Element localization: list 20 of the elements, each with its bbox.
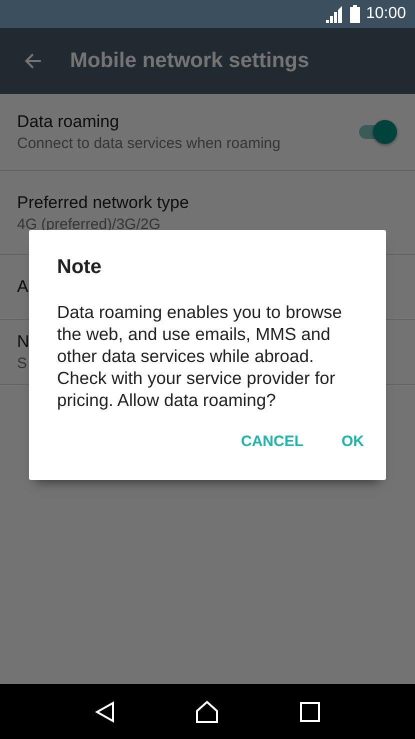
dialog-title: Note <box>57 256 102 279</box>
setting-summary: Connect to data services when roaming <box>17 135 280 152</box>
settings-row[interactable]: Data roaming Connect to data services when roaming <box>0 94 415 171</box>
dialog-button[interactable]: CANCEL <box>231 425 314 458</box>
battery-icon <box>350 5 360 23</box>
home-icon[interactable] <box>195 700 220 724</box>
setting-summary: 4G (preferred)/3G/2G <box>17 216 160 232</box>
setting-title: Preferred network type <box>17 192 189 212</box>
dialog-message: Data roaming enables you to browse the web, and use emails, MMS and other data services while abroad. Check with your service provider for pricing. Allow data roaming? <box>57 301 344 411</box>
back-arrow-icon[interactable] <box>24 52 42 70</box>
setting-title: A <box>17 277 28 297</box>
clock: 10:00 <box>366 5 406 23</box>
screen-title: Mobile network settings <box>70 49 310 73</box>
setting-title: N <box>17 332 30 352</box>
dialog-button[interactable]: OK <box>332 425 374 458</box>
setting-summary: S <box>17 355 28 372</box>
back-icon[interactable] <box>95 700 116 722</box>
square-icon[interactable] <box>300 702 320 722</box>
setting-title: Data roaming <box>17 112 120 132</box>
signal-icon <box>326 6 343 22</box>
